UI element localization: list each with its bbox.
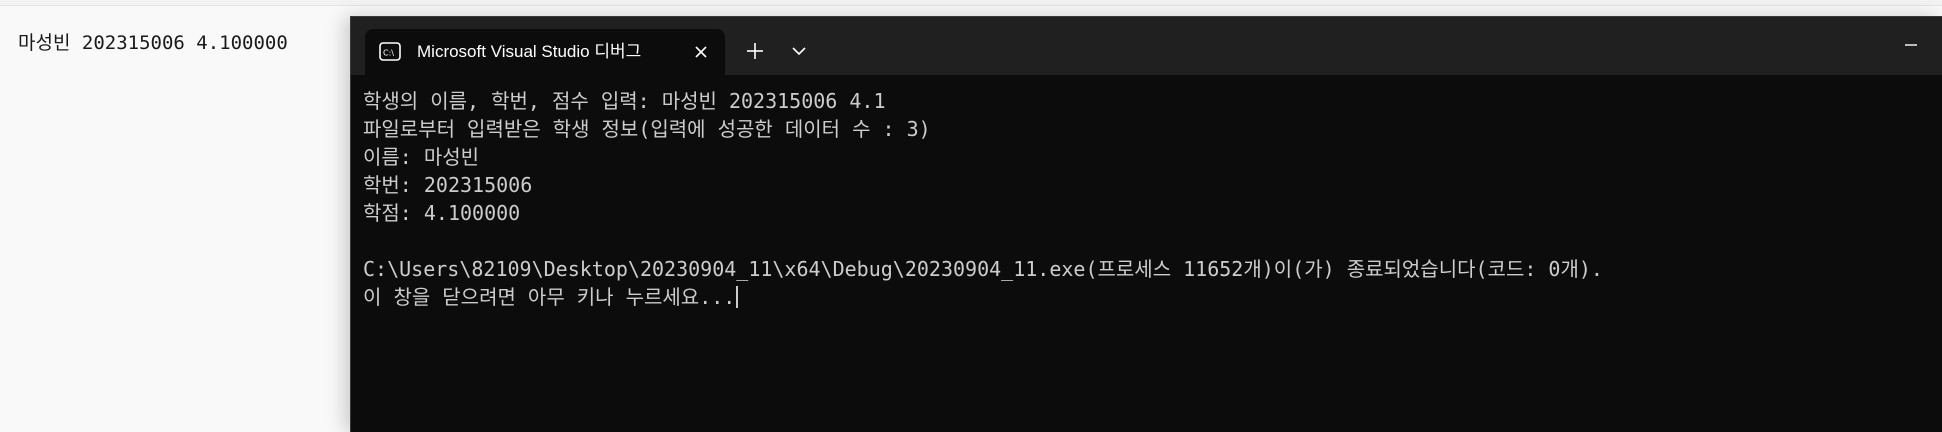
console-line: 이름: 마성빈: [363, 145, 480, 169]
console-line: 파일로부터 입력받은 학생 정보(입력에 성공한 데이터 수 : 3): [363, 117, 931, 141]
minimize-button[interactable]: [1891, 31, 1931, 59]
tab-debug-console[interactable]: C:\ Microsoft Visual Studio 디버그: [365, 29, 725, 75]
tab-title: Microsoft Visual Studio 디버그: [417, 42, 642, 61]
console-prompt-line: 이 창을 닫으려면 아무 키나 누르세요...: [363, 283, 1942, 311]
console-line: 학번: 202315006: [363, 173, 533, 197]
new-tab-button[interactable]: [741, 37, 769, 65]
console-icon: C:\: [379, 42, 401, 61]
svg-text:C:\: C:\: [383, 49, 394, 58]
dropdown-button[interactable]: [785, 37, 813, 65]
background-window-topbar: [0, 0, 1942, 6]
console-line: 학점: 4.100000: [363, 201, 521, 225]
console-output[interactable]: 학생의 이름, 학번, 점수 입력: 마성빈 202315006 4.1 파일로…: [363, 87, 1942, 432]
console-line-text: 이 창을 닫으려면 아무 키나 누르세요...: [363, 285, 736, 309]
close-icon[interactable]: [691, 42, 711, 62]
plus-icon: [747, 43, 763, 59]
terminal-window[interactable]: C:\ Microsoft Visual Studio 디버그 학생의 이름, …: [350, 16, 1942, 432]
chevron-down-icon: [792, 47, 806, 56]
background-window-text: 마성빈 202315006 4.100000: [18, 32, 288, 54]
title-bar[interactable]: C:\ Microsoft Visual Studio 디버그: [351, 17, 1942, 75]
console-line: 학생의 이름, 학번, 점수 입력: 마성빈 202315006 4.1: [363, 89, 886, 113]
console-line: C:\Users\82109\Desktop\20230904_11\x64\D…: [363, 257, 1603, 281]
minimize-icon: [1905, 44, 1917, 46]
text-cursor: [736, 286, 739, 308]
